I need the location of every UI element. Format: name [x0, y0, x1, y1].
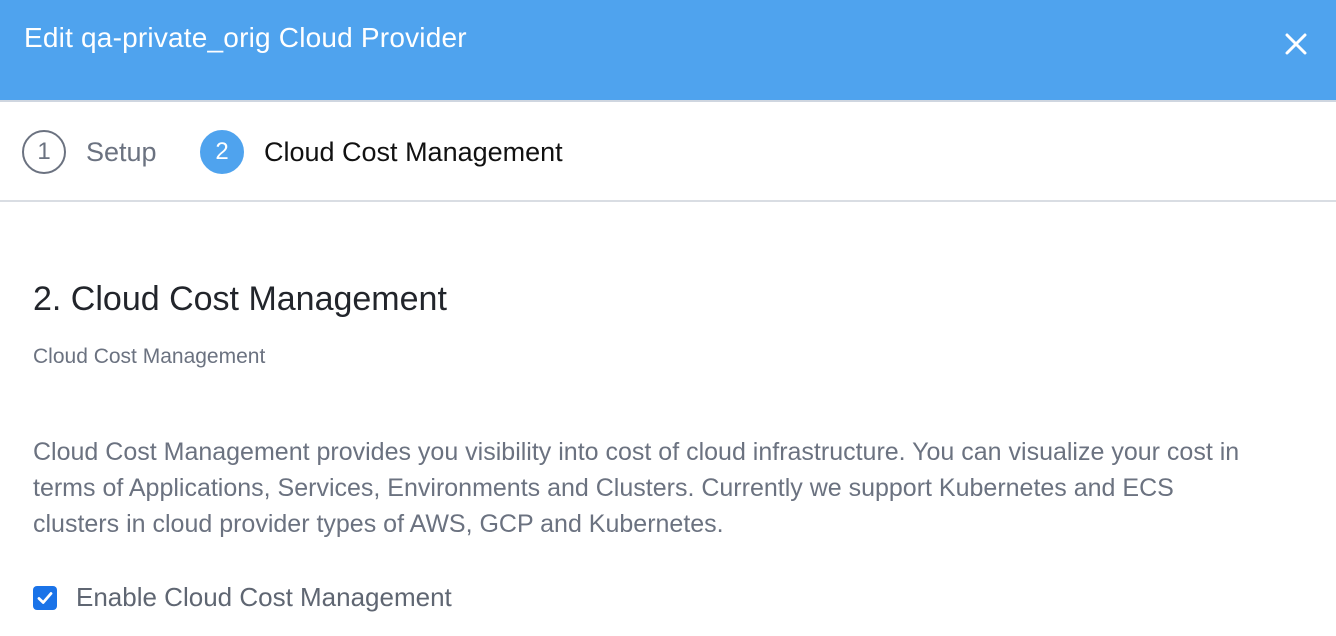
checkmark-icon	[37, 591, 53, 604]
enable-ccm-label: Enable Cloud Cost Management	[76, 582, 452, 612]
step-cloud-cost-management[interactable]: 2 Cloud Cost Management	[200, 130, 563, 174]
wizard-steps: 1 Setup 2 Cloud Cost Management	[0, 102, 1336, 202]
step-label: Setup	[86, 136, 157, 167]
close-button[interactable]	[1276, 24, 1316, 64]
section-title: 2. Cloud Cost Management	[33, 280, 447, 318]
step-number: 1	[22, 130, 66, 174]
step-label: Cloud Cost Management	[264, 136, 563, 167]
enable-ccm-checkbox-row[interactable]: Enable Cloud Cost Management	[33, 582, 452, 613]
section-description: Cloud Cost Management provides you visib…	[33, 438, 1240, 538]
enable-ccm-checkbox[interactable]	[33, 585, 57, 610]
step-setup[interactable]: 1 Setup	[22, 130, 157, 174]
modal-title: Edit qa-private_orig Cloud Provider	[24, 22, 467, 53]
step-number: 2	[200, 130, 244, 174]
section-subtitle: Cloud Cost Management	[33, 345, 266, 368]
modal-header: Edit qa-private_orig Cloud Provider	[0, 0, 1336, 102]
close-icon	[1285, 33, 1307, 55]
